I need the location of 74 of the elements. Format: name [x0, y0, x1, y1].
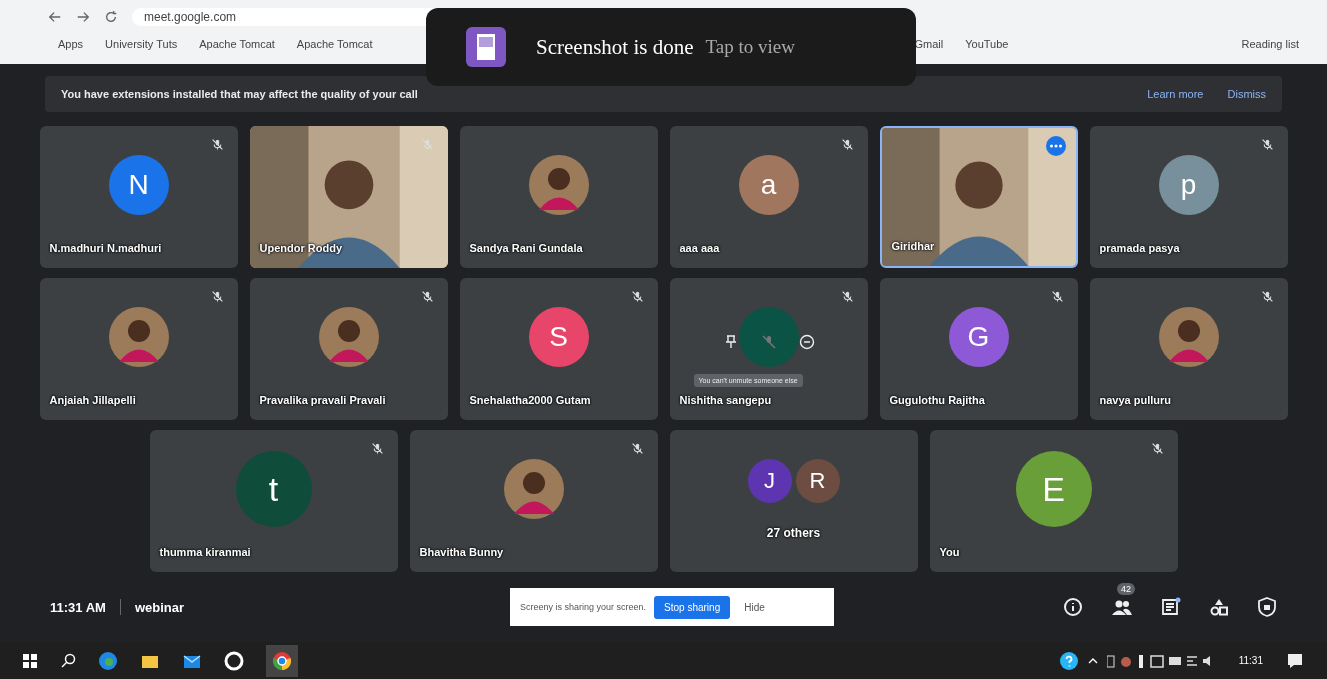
avatar: R	[795, 459, 840, 504]
hide-button[interactable]: Hide	[738, 600, 771, 614]
participant-name: Giridhar	[891, 240, 935, 253]
participant-name: thumma kiranmai	[159, 546, 251, 559]
reload-icon[interactable]	[104, 10, 118, 24]
participant-tile[interactable]: Giridhar	[879, 126, 1078, 269]
help-icon[interactable]	[1058, 650, 1079, 671]
avatar: S	[528, 307, 589, 368]
participant-tile[interactable]: N N.madhuri N.madhuri	[39, 126, 238, 269]
participant-tile[interactable]: S Snehalatha2000 Gutam	[459, 278, 658, 421]
avatar: N	[108, 155, 169, 216]
participant-tile[interactable]: t thumma kiranmai	[149, 430, 398, 573]
participant-name: aaa aaa	[679, 242, 720, 255]
avatar: G	[948, 307, 1009, 368]
participant-name: Gugulothu Rajitha	[889, 394, 985, 407]
participant-tile[interactable]: Anjaiah Jillapelli	[39, 278, 238, 421]
info-icon[interactable]	[1063, 597, 1083, 618]
back-icon[interactable]	[48, 10, 62, 24]
avatar: p	[1158, 155, 1219, 216]
participant-tile[interactable]: Pravalika pravali Pravali	[249, 278, 448, 421]
participant-tile[interactable]: a aaa aaa	[669, 126, 868, 269]
remove-icon[interactable]	[798, 334, 815, 351]
bookmark-link[interactable]: Apache Tomcat	[199, 38, 275, 50]
participant-tile[interactable]: Bhavitha Bunny	[409, 430, 658, 573]
banner-link[interactable]: Learn more	[1147, 88, 1204, 101]
bookmark-link[interactable]: Reading list	[1241, 38, 1299, 50]
bookmark-link[interactable]: Apps	[58, 38, 84, 50]
more-options-icon[interactable]	[1045, 136, 1066, 157]
bookmark-link[interactable]: Apache Tomcat	[296, 38, 373, 50]
banner-link[interactable]: Dismiss	[1227, 88, 1266, 101]
circle-app-icon[interactable]	[224, 650, 244, 671]
participant-name: You	[939, 546, 960, 559]
avatar: a	[738, 155, 799, 216]
banner-message: You have extensions installed that may affect the quality of your call	[61, 88, 418, 101]
participant-tile[interactable]: E You	[929, 430, 1178, 573]
avatar: J	[747, 459, 792, 504]
chat-icon[interactable]	[1161, 597, 1181, 618]
participant-tile[interactable]: G Gugulothu Rajitha	[879, 278, 1078, 421]
participant-name: Pravalika pravali Pravali	[259, 394, 386, 407]
forward-icon[interactable]	[76, 10, 90, 24]
participant-tile[interactable]: Sandya Rani Gundala	[459, 126, 658, 269]
participant-tile[interactable]: navya pulluru	[1089, 278, 1288, 421]
taskbar-clock[interactable]: 11:31	[1238, 655, 1263, 667]
participant-name: Snehalatha2000 Gutam	[469, 394, 591, 407]
chrome-icon	[272, 650, 292, 671]
participant-name: Nishitha sangepu	[679, 394, 772, 407]
participant-name: N.madhuri N.madhuri	[49, 242, 162, 255]
participant-name: Anjaiah Jillapelli	[49, 394, 136, 407]
toast-title: Screenshot is done	[536, 34, 694, 60]
image-icon	[466, 27, 506, 67]
sharing-message: Screeny is sharing your screen.	[520, 602, 647, 613]
participant-tile[interactable]: p pramada pasya	[1089, 126, 1288, 269]
stop-sharing-button[interactable]: Stop sharing	[654, 595, 731, 619]
meeting-time: 11:31 AM	[50, 599, 106, 615]
toast-action[interactable]: Tap to view	[705, 36, 795, 58]
participant-name: 27 others	[765, 526, 822, 541]
chrome-taskbar-button[interactable]	[266, 644, 298, 677]
participant-count: 42	[1117, 583, 1135, 596]
bookmark-link[interactable]: University Tuts	[105, 38, 178, 50]
search-icon[interactable]	[60, 652, 76, 669]
avatar: t	[235, 451, 312, 528]
bookmark-link[interactable]: YouTube	[965, 38, 1009, 50]
participant-tile[interactable]: J R 27 others	[669, 430, 918, 573]
shapes-icon[interactable]	[1209, 597, 1229, 618]
browser-icon[interactable]	[98, 650, 118, 671]
avatar: E	[1015, 451, 1092, 528]
participant-name: pramada pasya	[1099, 242, 1180, 255]
windows-start-icon[interactable]	[22, 652, 38, 669]
screenshot-toast[interactable]: Screenshot is done Tap to view	[426, 8, 916, 86]
meeting-name: webinar	[134, 599, 184, 615]
participant-name: Bhavitha Bunny	[419, 546, 504, 559]
participant-name: navya pulluru	[1099, 394, 1172, 407]
shield-icon[interactable]	[1257, 597, 1277, 618]
participant-name: Sandya Rani Gundala	[469, 242, 583, 255]
